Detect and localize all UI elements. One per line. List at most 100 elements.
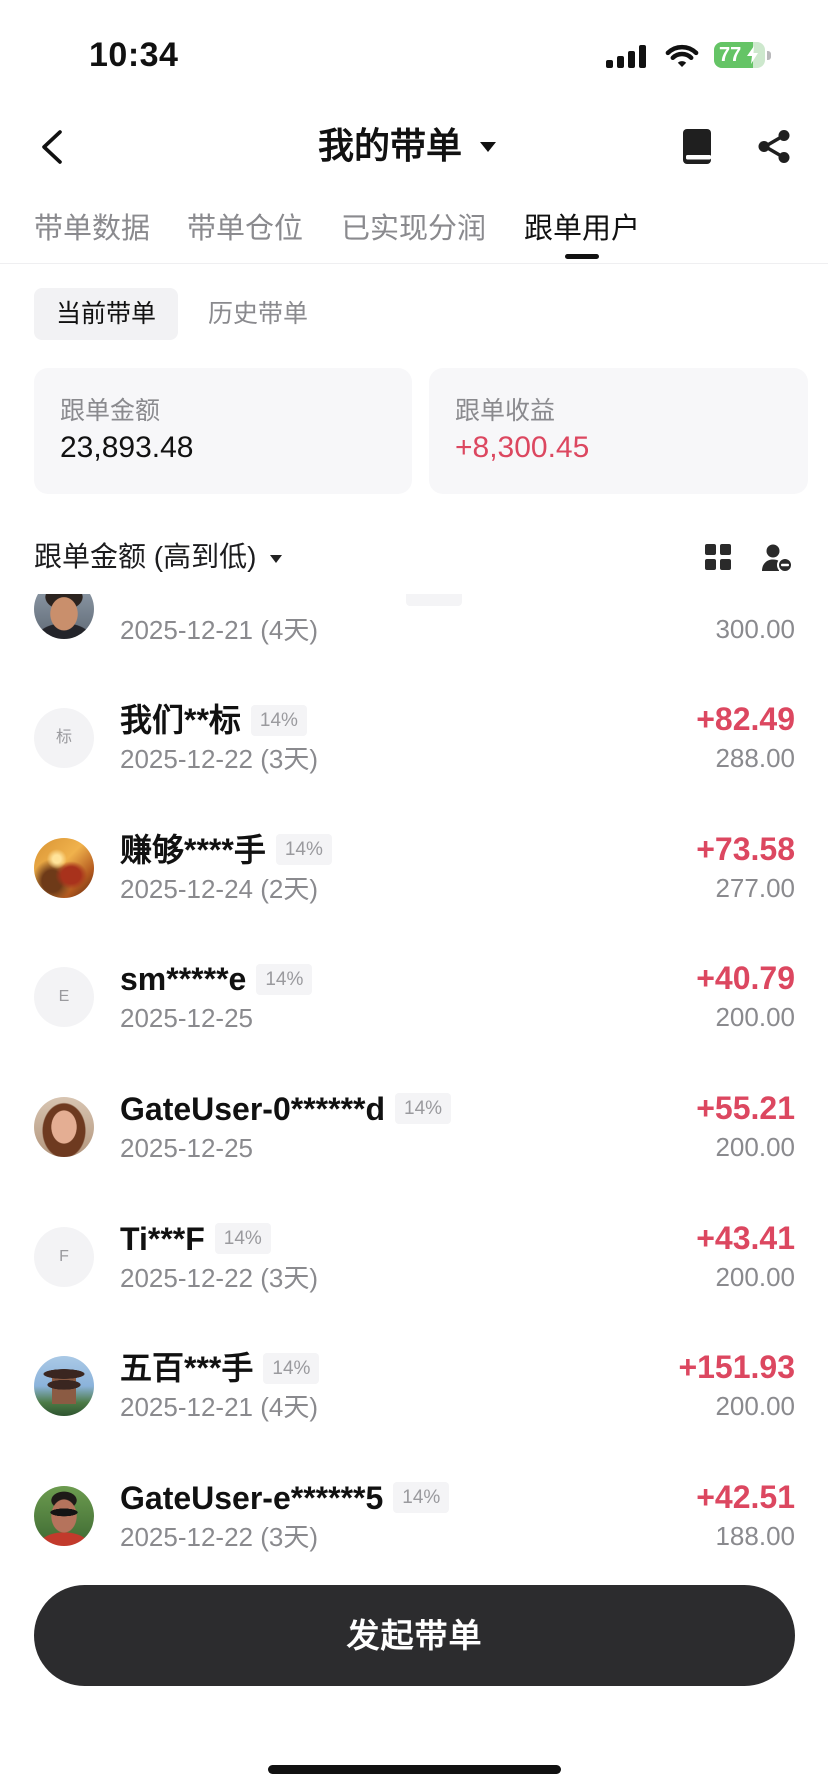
follow-amount: 200.00	[715, 1002, 795, 1033]
avatar: 标	[34, 708, 94, 769]
book-icon	[683, 129, 711, 164]
follow-profit: +55.21	[696, 1089, 795, 1126]
follower-name-line: 赚够****手 14%	[120, 830, 332, 870]
follow-date: 2025-12-22 (3天)	[120, 1262, 318, 1293]
subtab-history[interactable]: 历史带单	[208, 288, 308, 340]
cellular-signal-icon	[606, 44, 646, 68]
tabs-divider	[0, 263, 828, 264]
share-button[interactable]	[757, 129, 791, 164]
avatar	[34, 1356, 94, 1417]
caret-down-icon	[480, 142, 497, 152]
follow-amount: 200.00	[715, 1391, 795, 1422]
status-time: 10:34	[89, 36, 179, 74]
follow-amount: 200.00	[715, 1261, 795, 1292]
remove-follower-button[interactable]	[762, 544, 793, 573]
follow-amount: 300.00	[715, 613, 795, 644]
sort-dropdown[interactable]: 跟单金额 (高到低)	[34, 538, 283, 576]
follow-profit: +82.49	[696, 701, 795, 738]
follower-name: GateUser-e******5	[120, 1479, 384, 1516]
follower-name: 赚够****手	[120, 831, 266, 868]
follow-date: 2025-12-21 (4天)	[120, 1392, 318, 1423]
share-badge: 14%	[263, 1352, 320, 1384]
start-lead-trading-button[interactable]: 发起带单	[34, 1585, 795, 1686]
share-badge: 14%	[395, 1093, 452, 1125]
back-button[interactable]	[30, 122, 74, 170]
sort-label: 跟单金额 (高到低)	[34, 541, 257, 572]
card-label: 跟单金额	[60, 397, 161, 425]
share-badge	[406, 594, 462, 606]
follow-amount: 200.00	[715, 1131, 795, 1162]
follower-name-line: 五百***手 14%	[120, 1348, 320, 1388]
follow-amount: 188.00	[715, 1520, 795, 1551]
battery-body: 77	[714, 42, 765, 68]
battery-cap	[767, 51, 771, 60]
battery-level: 77	[719, 44, 742, 66]
follower-row[interactable]: 2025-12-21 (4天) 300.00	[0, 594, 828, 673]
follower-name: GateUser-0******d	[120, 1090, 386, 1127]
follow-profit-card: 跟单收益 +8,300.45	[429, 368, 808, 494]
follower-name: sm*****e	[120, 961, 247, 998]
follower-name-line: GateUser-0******d 14%	[120, 1089, 452, 1129]
follow-profit: +40.79	[696, 960, 795, 997]
follower-list[interactable]: 2025-12-21 (4天) 300.00 标 我们**标 14% 2025-…	[0, 594, 828, 1577]
chevron-left-icon	[42, 130, 62, 164]
bolt-icon	[747, 46, 758, 64]
tab-followers[interactable]: 跟单用户	[524, 210, 640, 248]
follower-row[interactable]: GateUser-e******5 14% 2025-12-22 (3天) +4…	[0, 1451, 828, 1577]
share-badge: 14%	[275, 834, 332, 866]
follower-row[interactable]: 标 我们**标 14% 2025-12-22 (3天) +82.49 288.0…	[0, 673, 828, 803]
follower-row[interactable]: 五百***手 14% 2025-12-21 (4天) +151.93 200.0…	[0, 1321, 828, 1451]
page-title: 我的带单	[318, 125, 463, 166]
grid-view-button[interactable]	[705, 544, 731, 570]
caret-down-icon	[270, 555, 283, 563]
follow-date: 2025-12-25	[120, 1132, 253, 1163]
tab-lead-positions[interactable]: 带单仓位	[187, 210, 303, 248]
follower-row[interactable]: E sm*****e 14% 2025-12-25 +40.79 200.00	[0, 932, 828, 1062]
avatar: F	[34, 1226, 94, 1287]
share-badge: 14%	[256, 963, 313, 995]
share-badge: 14%	[393, 1482, 450, 1514]
page-title-dropdown[interactable]: 我的带单	[318, 124, 497, 168]
follower-name: Ti***F	[120, 1220, 205, 1257]
follow-amount-card: 跟单金额 23,893.48	[34, 368, 412, 494]
active-tab-indicator	[565, 254, 599, 259]
follower-name: 我们**标	[120, 702, 241, 739]
follow-profit: +43.41	[696, 1219, 795, 1256]
follow-profit: +42.51	[696, 1478, 795, 1515]
follow-amount: 277.00	[715, 872, 795, 903]
avatar	[34, 594, 94, 639]
home-indicator	[268, 1765, 561, 1774]
follower-name-line: 我们**标 14%	[120, 700, 307, 740]
follow-date: 2025-12-22 (3天)	[120, 1521, 318, 1552]
follow-amount: 288.00	[715, 743, 795, 774]
avatar	[34, 1096, 94, 1157]
follow-profit: +73.58	[696, 830, 795, 867]
card-value: +8,300.45	[455, 431, 590, 464]
follower-name-line: Ti***F 14%	[120, 1219, 271, 1259]
user-remove-icon	[762, 544, 793, 573]
follow-profit: +151.93	[678, 1349, 795, 1386]
avatar: E	[34, 967, 94, 1028]
follower-list-content: 2025-12-21 (4天) 300.00 标 我们**标 14% 2025-…	[0, 594, 828, 1577]
share-badge: 14%	[250, 704, 307, 736]
avatar	[34, 1485, 94, 1546]
share-badge: 14%	[214, 1223, 271, 1255]
wifi-icon	[665, 44, 699, 67]
follower-name: 五百***手	[120, 1350, 254, 1387]
tab-lead-data[interactable]: 带单数据	[34, 210, 150, 248]
grid-view-icon	[705, 544, 731, 570]
battery-charging-icon: 77	[714, 42, 772, 68]
follow-date: 2025-12-24 (2天)	[120, 873, 318, 904]
card-label: 跟单收益	[455, 397, 556, 425]
follower-name-line: sm*****e 14%	[120, 959, 313, 999]
subtab-current[interactable]: 当前带单	[34, 288, 178, 340]
follower-row[interactable]: F Ti***F 14% 2025-12-22 (3天) +43.41 200.…	[0, 1192, 828, 1322]
guide-book-button[interactable]	[683, 129, 711, 164]
follower-row[interactable]: GateUser-0******d 14% 2025-12-25 +55.21 …	[0, 1062, 828, 1192]
follow-date: 2025-12-21 (4天)	[120, 614, 318, 645]
follower-name-line: GateUser-e******5 14%	[120, 1478, 450, 1518]
card-value: 23,893.48	[60, 431, 194, 464]
follower-row[interactable]: 赚够****手 14% 2025-12-24 (2天) +73.58 277.0…	[0, 803, 828, 933]
tab-realized-profit-share[interactable]: 已实现分润	[341, 210, 486, 248]
follow-date: 2025-12-25	[120, 1003, 253, 1034]
